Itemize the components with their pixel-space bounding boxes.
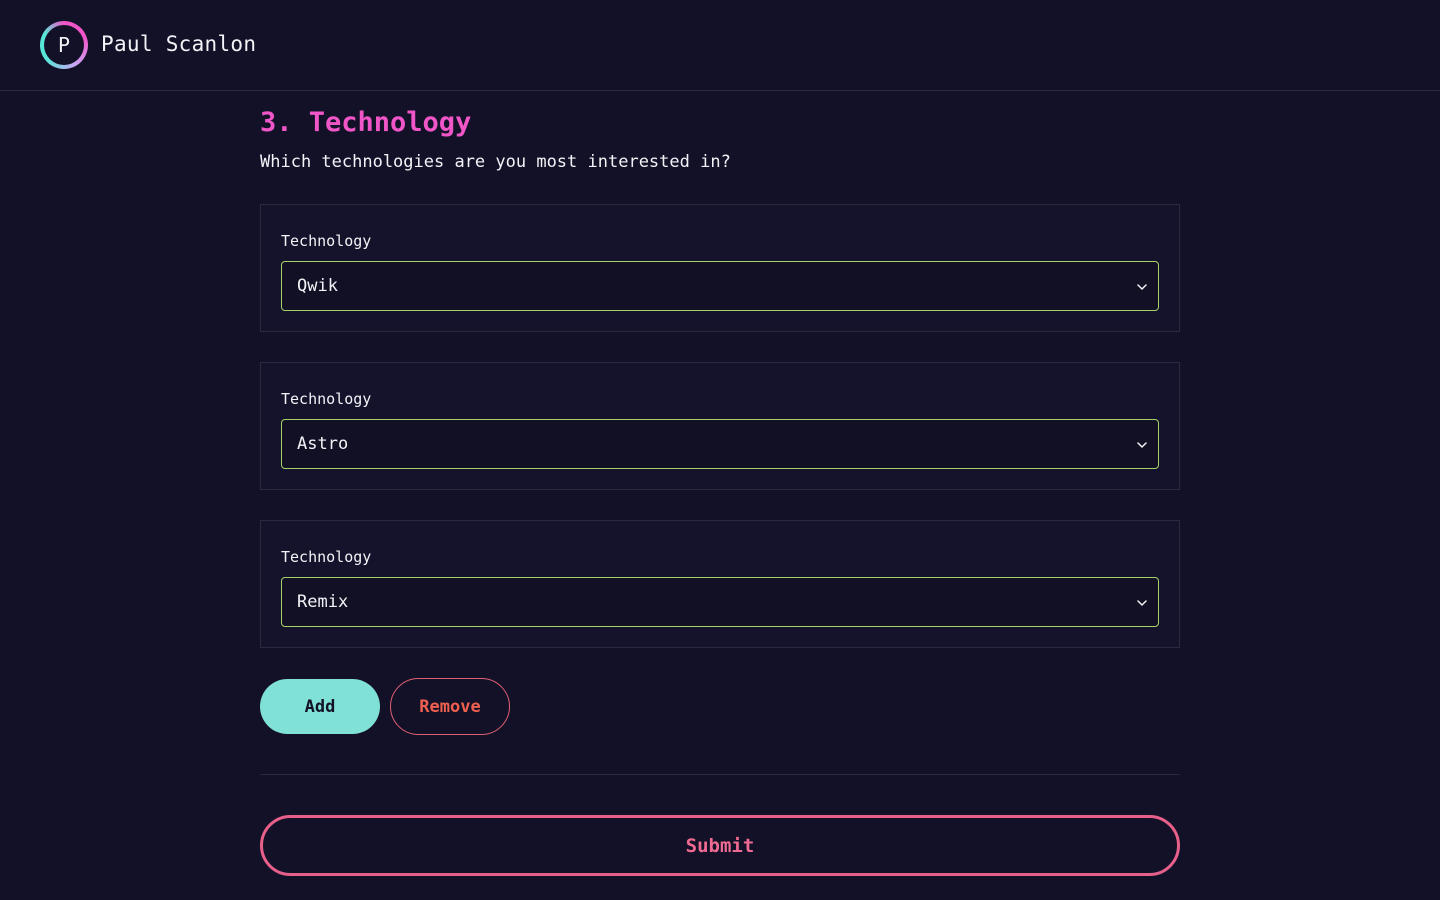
technology-select[interactable]: Remix [281, 577, 1159, 627]
divider [260, 774, 1180, 775]
technology-field-card: Technology Qwik [260, 204, 1180, 332]
section-title: 3. Technology [260, 107, 472, 138]
logo-letter: P [44, 25, 84, 65]
technology-select[interactable]: Astro [281, 419, 1159, 469]
site-name-link[interactable]: Paul Scanlon [101, 32, 256, 56]
technology-label: Technology [281, 548, 372, 566]
remove-button[interactable]: Remove [390, 678, 510, 735]
technology-label: Technology [281, 390, 372, 408]
add-button[interactable]: Add [260, 679, 380, 734]
chevron-down-icon [1137, 442, 1147, 448]
chevron-down-icon [1137, 600, 1147, 606]
submit-button[interactable]: Submit [260, 815, 1180, 876]
select-value: Remix [297, 592, 349, 612]
select-value: Qwik [297, 276, 338, 296]
technology-field-card: Technology Remix [260, 520, 1180, 648]
site-header: P Paul Scanlon [0, 0, 1440, 91]
select-value: Astro [297, 434, 349, 454]
section-subtitle: Which technologies are you most interest… [260, 152, 731, 172]
chevron-down-icon [1137, 284, 1147, 290]
technology-field-card: Technology Astro [260, 362, 1180, 490]
technology-label: Technology [281, 232, 372, 250]
logo-avatar[interactable]: P [40, 21, 88, 69]
technology-select[interactable]: Qwik [281, 261, 1159, 311]
